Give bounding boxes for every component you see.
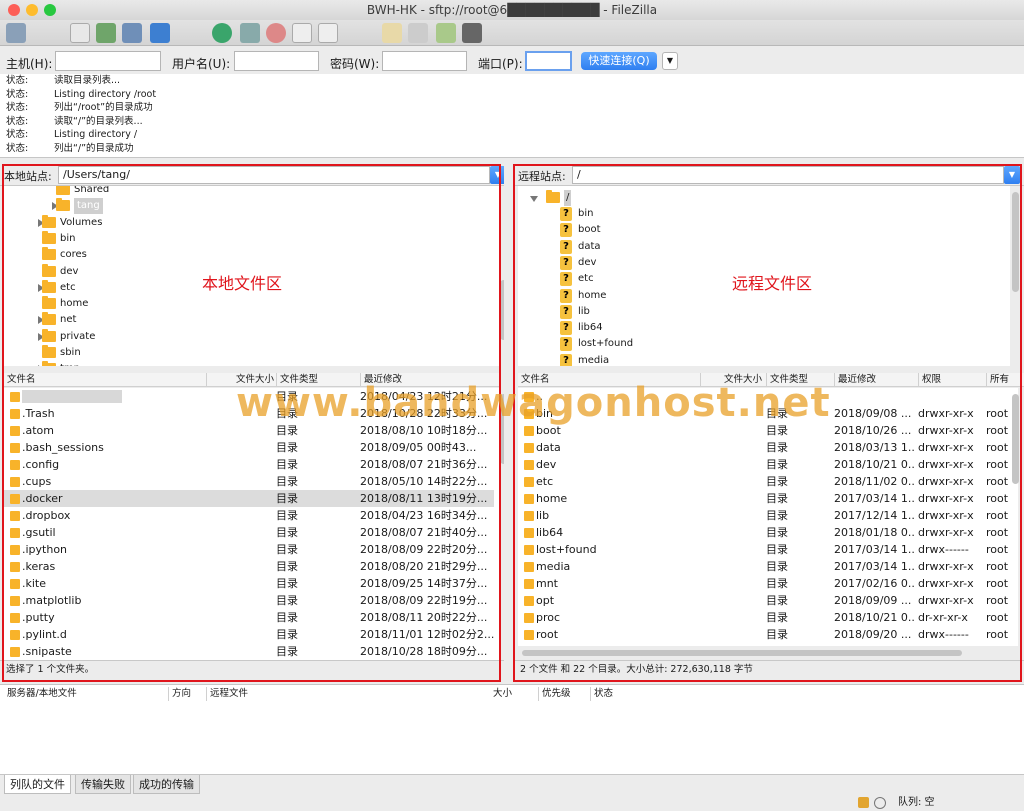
log-status-label: 状态: xyxy=(6,102,29,113)
remote-area-label: 远程文件区 xyxy=(732,274,813,293)
log-line: 状态: Listing directory / xyxy=(6,128,137,141)
main-toolbar xyxy=(0,20,1024,46)
directory-listing-filter-icon[interactable] xyxy=(382,23,402,43)
search-icon[interactable] xyxy=(462,23,482,43)
queue-tabs: 列队的文件 传输失败 成功的传输 xyxy=(0,774,1024,794)
window-title: BWH-HK - sftp://root@6██████████ - FileZ… xyxy=(366,3,658,17)
refresh-icon[interactable] xyxy=(212,23,232,43)
site-manager-icon[interactable] xyxy=(6,23,26,43)
log-status-label: 状态: xyxy=(6,115,29,127)
cancel-icon[interactable] xyxy=(266,23,286,43)
host-input[interactable] xyxy=(55,51,161,71)
log-line: 状态: 读取目录列表... xyxy=(6,74,120,87)
log-status-label: 状态: xyxy=(6,75,29,86)
queue-col-server[interactable]: 服务器/本地文件 xyxy=(4,687,77,701)
local-tree-icon[interactable] xyxy=(96,23,116,43)
filezilla-window: BWH-HK - sftp://root@6██████████ - FileZ… xyxy=(0,0,1024,811)
status-bar: 队列: 空 xyxy=(0,794,1024,811)
speed-limit-icon xyxy=(874,797,886,809)
queue-col-direction[interactable]: 方向 xyxy=(168,687,191,701)
username-label: 用户名(U): xyxy=(172,57,231,71)
host-label: 主机(H): xyxy=(6,57,53,71)
reconnect-icon[interactable] xyxy=(318,23,338,43)
remote-tree-icon[interactable] xyxy=(122,23,142,43)
title-bar: BWH-HK - sftp://root@6██████████ - FileZ… xyxy=(0,0,1024,20)
log-status-label: 状态: xyxy=(6,129,29,140)
log-line: 状态: 列出“/root”的目录成功 xyxy=(6,101,153,114)
lock-icon xyxy=(858,797,869,808)
message-log-icon[interactable] xyxy=(70,23,90,43)
quickconnect-bar: 主机(H): 用户名(U): 密码(W): 端口(P): 快速连接(Q) ▼ xyxy=(0,47,1024,75)
quickconnect-history-dropdown[interactable]: ▼ xyxy=(662,52,678,70)
log-message: 读取“/”的目录列表... xyxy=(54,115,143,127)
queue-col-priority[interactable]: 优先级 xyxy=(538,687,571,701)
password-input[interactable] xyxy=(382,51,467,71)
close-window-button[interactable] xyxy=(8,4,20,16)
minimize-window-button[interactable] xyxy=(26,4,38,16)
log-line: 状态: Listing directory /root xyxy=(6,88,156,101)
quickconnect-button[interactable]: 快速连接(Q) xyxy=(581,52,657,70)
queue-col-status[interactable]: 状态 xyxy=(590,687,613,701)
watermark: www.bandwagonhost.net xyxy=(236,380,831,426)
log-status-label: 状态: xyxy=(6,88,29,100)
transfer-queue: 服务器/本地文件 方向 远程文件 大小 优先级 状态 xyxy=(0,684,1024,774)
queue-col-remote[interactable]: 远程文件 xyxy=(206,687,248,701)
password-label: 密码(W): xyxy=(330,57,380,71)
zoom-window-button[interactable] xyxy=(44,4,56,16)
log-message: 列出“/root”的目录成功 xyxy=(54,102,153,113)
queue-col-size[interactable]: 大小 xyxy=(470,687,514,701)
compare-icon[interactable] xyxy=(408,23,428,43)
log-line: 状态: 列出“/”的目录成功 xyxy=(6,142,134,155)
transfer-queue-icon[interactable] xyxy=(150,23,170,43)
tab-failed-transfers[interactable]: 传输失败 xyxy=(75,775,131,794)
disconnect-icon[interactable] xyxy=(292,23,312,43)
log-message: 读取目录列表... xyxy=(54,75,121,86)
local-area-label: 本地文件区 xyxy=(202,274,283,293)
log-line: 状态: 读取“/”的目录列表... xyxy=(6,115,143,128)
message-log: 状态: 读取目录列表... 状态: Listing directory /root 状态… xyxy=(0,74,1024,158)
log-message: 列出“/”的目录成功 xyxy=(54,142,134,154)
log-message: Listing directory / xyxy=(54,129,138,140)
port-label: 端口(P): xyxy=(478,57,523,71)
process-queue-icon[interactable] xyxy=(240,23,260,43)
queue-status: 队列: 空 xyxy=(898,797,935,808)
log-message: Listing directory /root xyxy=(54,88,157,100)
log-status-label: 状态: xyxy=(6,142,29,154)
sync-browse-icon[interactable] xyxy=(436,23,456,43)
port-input[interactable] xyxy=(525,51,572,71)
tab-queued-files[interactable]: 列队的文件 xyxy=(4,775,71,794)
username-input[interactable] xyxy=(234,51,319,71)
tab-successful-transfers[interactable]: 成功的传输 xyxy=(133,775,200,794)
